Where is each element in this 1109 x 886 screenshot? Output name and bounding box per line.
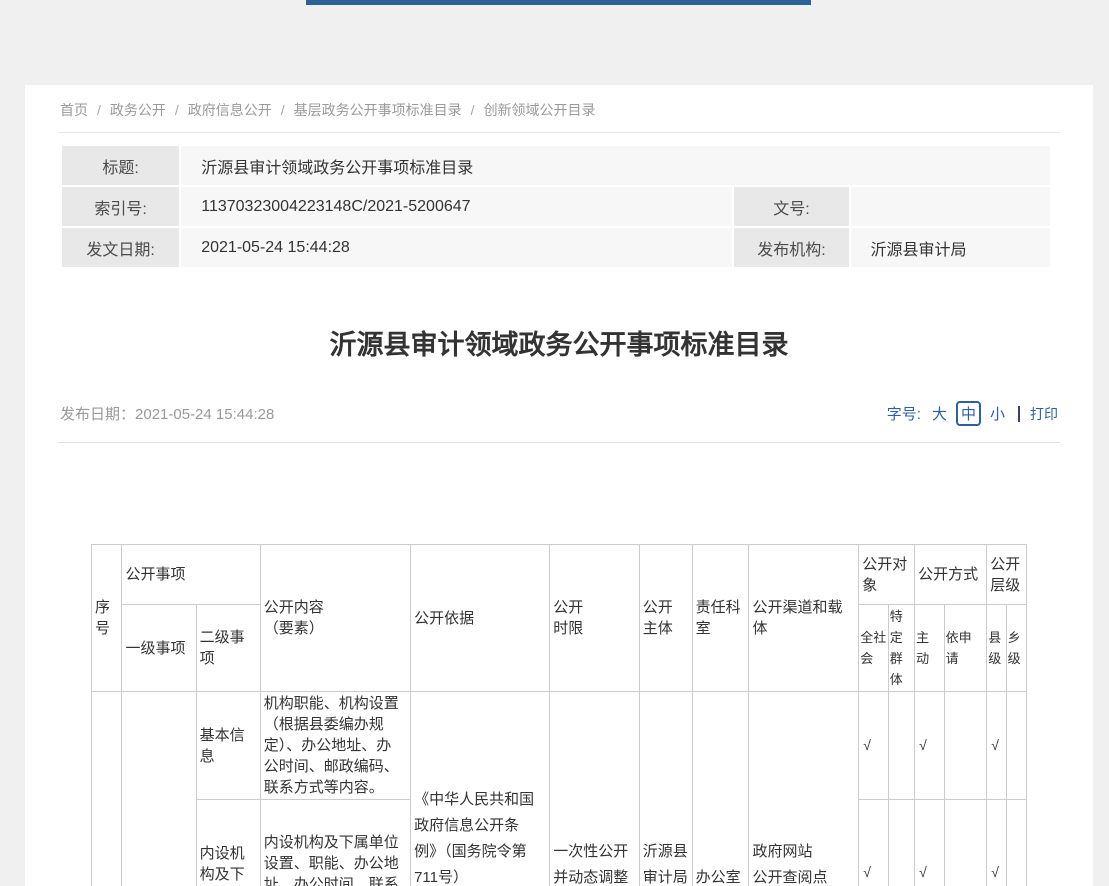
- breadcrumb-biaozhunmulu-link[interactable]: 基层政务公开事项标准目录: [294, 102, 462, 118]
- header-zhudong: 主 动: [915, 605, 944, 692]
- header-gongkai-shixian: 公开 时限: [550, 545, 639, 692]
- catalog-table: 序号 公开事项 公开内容 （要素） 公开依据 公开 时限 公开 主体 责任科 室…: [91, 544, 1027, 886]
- check-teding-qunti: [888, 800, 914, 886]
- check-quanshehui: √: [859, 800, 888, 886]
- header-gongkai-yiju: 公开依据: [411, 545, 550, 692]
- header-quanshehui: 全社 会: [859, 605, 888, 692]
- header-xiangji: 乡 级: [1006, 605, 1026, 692]
- breadcrumb-separator: /: [175, 102, 179, 118]
- cell-gongkai-neirong: 机构职能、机构设置 （根据县委编办规 定）、办公地址、办 公时间、邮政编码、 联…: [260, 692, 410, 800]
- font-size-label: 字号:: [887, 403, 921, 424]
- cell-yiji-shixiang: [122, 692, 196, 886]
- breadcrumb: 首页 / 政务公开 / 政府信息公开 / 基层政务公开事项标准目录 / 创新领域公开目录: [58, 85, 1060, 133]
- breadcrumb-separator: /: [97, 102, 101, 118]
- vertical-divider: [1018, 406, 1020, 422]
- header-qudao-zaiti: 公开渠道和载 体: [749, 545, 859, 692]
- meta-date-label: 发文日期:: [62, 228, 179, 267]
- cell-gongkai-neirong: 内设机构及下属单位 设置、职能、办公地 址、办公时间、联系 方式、负责人姓名等 …: [260, 800, 410, 886]
- top-nav-underline: [306, 0, 811, 5]
- breadcrumb-zhengwugongkai-link[interactable]: 政务公开: [110, 102, 166, 118]
- section-divider: [58, 442, 1060, 443]
- header-zeren-keshi: 责任科 室: [692, 545, 749, 692]
- check-yishenqing: [944, 800, 987, 886]
- header-gongkai-neirong: 公开内容 （要素）: [260, 545, 410, 692]
- meta-row-index: 索引号: 11370323004223148C/2021-5200647 文号:: [62, 187, 1050, 226]
- header-yishenqing: 依申 请: [944, 605, 987, 692]
- check-xiangji: [1006, 800, 1026, 886]
- content-card: 首页 / 政务公开 / 政府信息公开 / 基层政务公开事项标准目录 / 创新领域公开目录 标题:…: [25, 85, 1093, 886]
- header-gongkai-fangshi: 公开方式: [915, 545, 987, 605]
- publish-date: 发布日期：2021-05-24 15:44:28: [60, 403, 274, 424]
- check-quanshehui: √: [859, 692, 888, 800]
- cell-zeren-keshi: 办公室: [692, 692, 749, 886]
- breadcrumb-separator: /: [471, 102, 475, 118]
- header-teding-qunti: 特 定 群 体: [888, 605, 914, 692]
- meta-row-title: 标题: 沂源县审计领域政务公开事项标准目录: [62, 146, 1050, 185]
- cell-erji-shixiang: 内设机 构及下 属事业 单位: [196, 800, 260, 886]
- meta-index-value: 11370323004223148C/2021-5200647: [181, 187, 732, 226]
- font-size-small-button[interactable]: 小: [990, 403, 1005, 424]
- meta-docnum-value: [851, 187, 1050, 226]
- cell-gongkai-shixian: 一次性公开 并动态调整: [550, 692, 639, 886]
- cell-qudao-zaiti: 政府网站 公开查阅点: [749, 692, 859, 886]
- page-title: 沂源县审计领域政务公开事项标准目录: [58, 325, 1060, 365]
- check-zhudong: √: [915, 692, 944, 800]
- meta-agency-value: 沂源县审计局: [851, 228, 1050, 267]
- catalog-row-basic-info: 基本信 息 机构职能、机构设置 （根据县委编办规 定）、办公地址、办 公时间、邮…: [92, 692, 1027, 800]
- meta-agency-label: 发布机构:: [734, 228, 848, 267]
- check-xiangji: [1006, 692, 1026, 800]
- meta-row-date: 发文日期: 2021-05-24 15:44:28 发布机构: 沂源县审计局: [62, 228, 1050, 267]
- header-gongkai-duixiang: 公开对 象: [859, 545, 915, 605]
- font-size-controls: 字号: 大 中 小 打印: [887, 401, 1058, 426]
- publish-date-label: 发布日期：: [60, 406, 135, 423]
- header-gongkai-shixiang: 公开事项: [122, 545, 260, 605]
- header-xuhao: 序号: [92, 545, 122, 692]
- check-yishenqing: [944, 692, 987, 800]
- cell-gongkai-yiju: 《中华人民共和国 政府信息公开条 例》（国务院令第 711号）: [411, 692, 550, 886]
- meta-title-label: 标题:: [62, 146, 179, 185]
- breadcrumb-separator: /: [281, 102, 285, 118]
- cell-xuhao: [92, 692, 122, 886]
- meta-title-value: 沂源县审计领域政务公开事项标准目录: [181, 146, 1050, 185]
- check-teding-qunti: [888, 692, 914, 800]
- header-erji-shixiang: 二级事 项: [196, 605, 260, 692]
- header-gongkai-cengji: 公开 层级: [987, 545, 1027, 605]
- cell-gongkai-zhuti: 沂源县 审计局: [639, 692, 692, 886]
- document-meta-table: 标题: 沂源县审计领域政务公开事项标准目录 索引号: 1137032300422…: [60, 144, 1052, 269]
- meta-date-value: 2021-05-24 15:44:28: [181, 228, 732, 267]
- catalog-header-row-1: 序号 公开事项 公开内容 （要素） 公开依据 公开 时限 公开 主体 责任科 室…: [92, 545, 1027, 605]
- breadcrumb-home-link[interactable]: 首页: [60, 102, 88, 118]
- publish-date-value: 2021-05-24 15:44:28: [135, 406, 274, 423]
- check-zhudong: √: [915, 800, 944, 886]
- meta-index-label: 索引号:: [62, 187, 179, 226]
- font-size-medium-button[interactable]: 中: [956, 401, 981, 426]
- breadcrumb-current-page[interactable]: 创新领域公开目录: [484, 102, 596, 118]
- print-button[interactable]: 打印: [1030, 404, 1058, 424]
- cell-erji-shixiang: 基本信 息: [196, 692, 260, 800]
- header-gongkai-zhuti: 公开 主体: [639, 545, 692, 692]
- breadcrumb-xinxigongkai-link[interactable]: 政府信息公开: [188, 102, 272, 118]
- publish-info-row: 发布日期：2021-05-24 15:44:28 字号: 大 中 小 打印: [58, 401, 1060, 426]
- font-size-large-button[interactable]: 大: [932, 403, 947, 424]
- check-xianji: √: [987, 800, 1006, 886]
- check-xianji: √: [987, 692, 1006, 800]
- meta-docnum-label: 文号:: [734, 187, 848, 226]
- header-yiji-shixiang: 一级事项: [122, 605, 196, 692]
- header-xianji: 县 级: [987, 605, 1006, 692]
